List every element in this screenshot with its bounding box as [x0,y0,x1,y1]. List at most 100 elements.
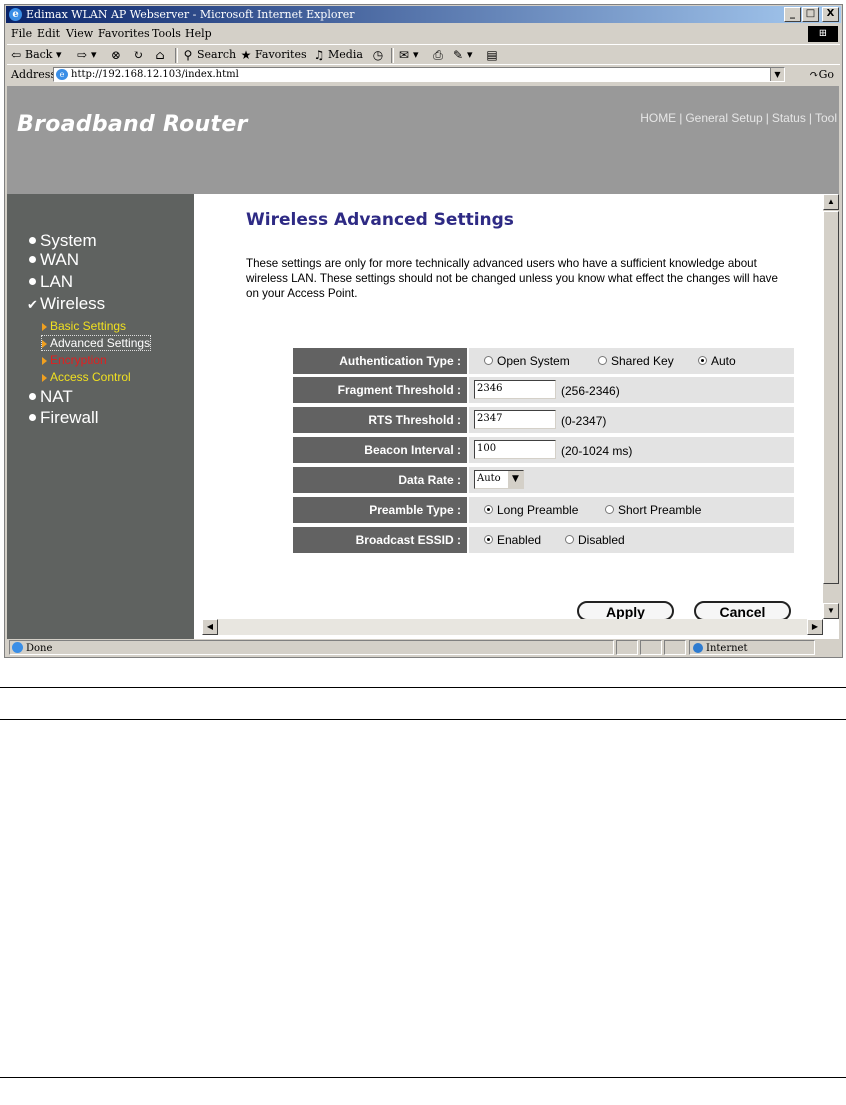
print-icon: ⎙ [433,48,443,62]
sidebar-item-nat[interactable]: NAT [29,387,73,407]
router-banner: Broadband Router HOME | General Setup | Stat… [7,86,839,194]
favorites-button[interactable]: ★ Favorites [239,45,307,65]
close-button[interactable]: X [822,7,839,22]
beacon-interval-input[interactable]: 100 [474,440,556,459]
home-icon: ⌂ [155,48,165,62]
radio-selected-icon [698,356,707,366]
sidebar-item-firewall[interactable]: Firewall [29,408,99,428]
sidebar-subitem-encryption[interactable]: Encryption [42,353,107,367]
topnav-status[interactable]: Status [770,111,808,125]
radio-shared-key[interactable]: Shared Key [598,348,674,374]
rts-threshold-range: (0-2347) [561,414,607,428]
fragment-threshold-input[interactable]: 2346 [474,380,556,399]
radio-essid-enabled[interactable]: Enabled [484,527,541,553]
mail-icon: ✉ [398,48,410,62]
toolbar: ⇦ Back ▾ ⇨ ▾ ⊗ ↻ ⌂ ⚲ Search ★ Favorites ♫ Med… [7,44,840,65]
minimize-button[interactable]: _ [784,7,801,22]
menu-help[interactable]: Help [185,25,212,43]
stop-button[interactable]: ⊗ [109,45,125,65]
label-data-rate: Data Rate : [293,467,467,493]
radio-open-system[interactable]: Open System [484,348,570,374]
brand-title: Broadband Router [17,112,248,137]
title-bar: e Edimax WLAN AP Webserver - Microsoft I… [6,6,841,23]
label-fragment-threshold: Fragment Threshold : [293,377,467,403]
checkmark-icon: ✔ [27,297,38,312]
data-rate-select[interactable]: Auto ▼ [474,470,524,489]
sidebar: System WAN LAN ✔ Wireless Basic Settings … [7,194,194,639]
media-button[interactable]: ♫ Media [312,45,363,65]
topnav-home[interactable]: HOME [638,111,678,125]
sidebar-item-wireless[interactable]: ✔ Wireless [27,294,105,315]
zone-label: Internet [706,643,748,654]
scroll-thumb[interactable] [823,211,839,584]
edit-button[interactable]: ✎ ▾ [451,45,473,65]
back-button[interactable]: ⇦ Back ▾ [9,45,62,65]
menu-view[interactable]: View [66,25,93,43]
cancel-button[interactable]: Cancel [694,601,791,621]
label-broadcast-essid: Broadcast ESSID : [293,527,467,553]
favorites-icon: ★ [240,48,252,62]
divider [0,719,846,720]
menu-favorites[interactable]: Favorites [98,25,150,43]
address-dropdown-icon[interactable]: ▼ [770,68,784,81]
discuss-button[interactable]: ▤ [485,45,501,65]
label-rts-threshold: RTS Threshold : [293,407,467,433]
vertical-scrollbar[interactable]: ▲ ▼ [823,194,839,619]
go-button[interactable]: ↷Go [809,65,834,85]
search-button[interactable]: ⚲ Search [181,45,237,65]
address-bar: Address e http://192.168.12.103/index.htm… [7,64,840,85]
horizontal-scrollbar[interactable]: ◀ ▶ [202,619,823,635]
address-input[interactable]: e http://192.168.12.103/index.html ▼ [53,67,785,82]
security-zone: Internet [689,640,815,655]
top-nav: HOME | General Setup | Status | Tool [638,111,839,125]
scroll-up-icon[interactable]: ▲ [823,194,839,210]
sidebar-subitem-advanced-settings[interactable]: Advanced Settings [40,335,152,351]
edit-icon: ✎ [452,48,464,62]
page-icon [12,642,23,653]
rts-threshold-input[interactable]: 2347 [474,410,556,429]
radio-short-preamble[interactable]: Short Preamble [605,497,701,523]
row-fragment-threshold: Fragment Threshold : 2346 (256-2346) [293,377,794,403]
windows-logo-icon: ⊞ [808,26,838,42]
divider [0,687,846,688]
bullet-icon [29,393,36,401]
maximize-button[interactable]: □ [802,7,819,22]
search-icon: ⚲ [183,48,193,62]
topnav-tool[interactable]: Tool [813,111,839,125]
scroll-right-icon[interactable]: ▶ [807,619,823,635]
radio-essid-disabled[interactable]: Disabled [565,527,625,553]
home-button[interactable]: ⌂ [153,45,169,65]
bullet-icon [29,237,36,245]
scroll-left-icon[interactable]: ◀ [202,619,218,635]
beacon-interval-range: (20-1024 ms) [561,444,633,458]
apply-button[interactable]: Apply [577,601,674,621]
refresh-icon: ↻ [132,48,144,62]
menu-file[interactable]: File [11,25,32,43]
sidebar-item-system[interactable]: System [29,231,97,251]
bullet-icon [29,256,36,264]
sidebar-subitem-basic-settings[interactable]: Basic Settings [42,319,126,333]
forward-button[interactable]: ⇨ ▾ [75,45,97,65]
radio-icon [484,356,493,366]
sidebar-item-lan[interactable]: LAN [29,272,73,292]
address-label: Address [11,68,57,81]
radio-icon [605,505,614,515]
menu-tools[interactable]: Tools [152,25,181,43]
topnav-general-setup[interactable]: General Setup [683,111,764,125]
history-button[interactable]: ◷ [371,45,387,65]
refresh-button[interactable]: ↻ [131,45,147,65]
address-url: http://192.168.12.103/index.html [71,69,239,80]
sidebar-subitem-access-control[interactable]: Access Control [42,370,131,384]
mail-button[interactable]: ✉ ▾ [397,45,419,65]
row-rts-threshold: RTS Threshold : 2347 (0-2347) [293,407,794,433]
scroll-down-icon[interactable]: ▼ [823,603,839,619]
arrow-icon [42,373,47,382]
browser-window: e Edimax WLAN AP Webserver - Microsoft I… [4,4,843,658]
web-page: Broadband Router HOME | General Setup | Stat… [7,86,839,639]
print-button[interactable]: ⎙ [431,45,447,65]
content-area: Wireless Advanced Settings These setting… [194,194,823,621]
sidebar-item-wan[interactable]: WAN [29,250,79,270]
radio-auto[interactable]: Auto [698,348,736,374]
radio-long-preamble[interactable]: Long Preamble [484,497,578,523]
menu-edit[interactable]: Edit [37,25,60,43]
